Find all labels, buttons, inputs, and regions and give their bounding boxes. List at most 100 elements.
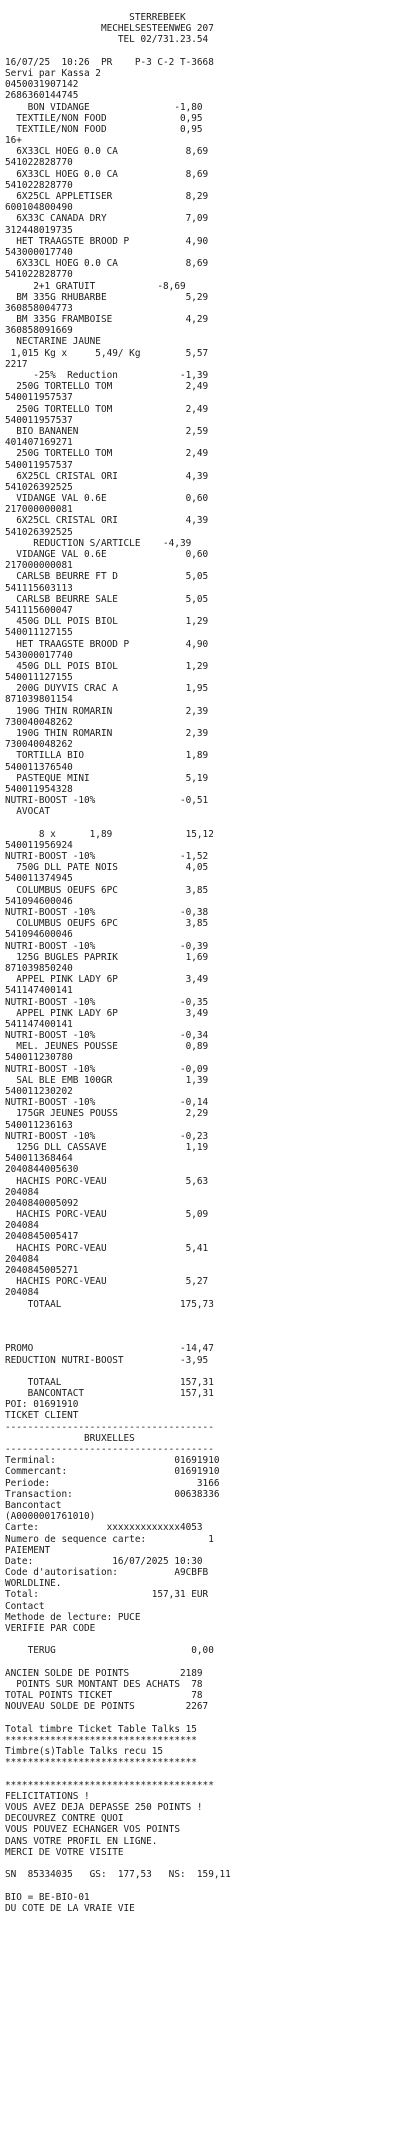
receipt-line: 730040048262 — [5, 716, 73, 728]
receipt-line: Bancontact — [5, 1499, 62, 1511]
receipt-line: REDUCTION NUTRI-BOOST -3,95 — [5, 1354, 209, 1366]
receipt-line: PAIEMENT — [5, 1544, 51, 1556]
receipt-line: Carte: xxxxxxxxxxxxx4053 — [5, 1522, 203, 1534]
receipt-line: TOTAAL 175,73 — [5, 1298, 214, 1310]
receipt-line: NUTRI-BOOST -10% -0,51 — [5, 795, 209, 807]
receipt-line — [5, 1713, 420, 1724]
receipt-line: MEL. JEUNES POUSSE 0,89 — [5, 1041, 209, 1053]
receipt-line: Commercant: 01691910 — [5, 1466, 220, 1478]
receipt-line: 2686360144745 — [5, 90, 79, 102]
receipt-line: 540011957537 — [5, 459, 73, 471]
receipt-line: SN 85334035 GS: 177,53 NS: 159,11 — [5, 1869, 231, 1881]
receipt-line: 360858091669 — [5, 325, 73, 337]
receipt-line: 16/07/25 10:26 PR P-3 C-2 T-3668 — [5, 56, 214, 68]
receipt-line: 16+ — [5, 135, 22, 147]
receipt-line: Total timbre Ticket Table Talks 15 — [5, 1723, 197, 1735]
receipt-line: Methode de lecture: PUCE — [5, 1611, 141, 1623]
receipt-line: Date: 16/07/2025 10:30 — [5, 1555, 203, 1567]
receipt-line — [5, 1634, 420, 1645]
receipt-line: 2217 — [5, 358, 28, 370]
receipt-line: Total: 157,31 EUR — [5, 1589, 209, 1601]
receipt-line: NUTRI-BOOST -10% -1,52 — [5, 851, 209, 863]
receipt-line: ********************************** — [5, 1757, 197, 1769]
receipt-line: PASTEQUE MINI 5,19 — [5, 772, 209, 784]
receipt-line: 540011127155 — [5, 627, 73, 639]
receipt-line: 0450031907142 — [5, 79, 79, 91]
receipt-line: NUTRI-BOOST -10% -0,39 — [5, 940, 209, 952]
receipt-line: 540011957537 — [5, 392, 73, 404]
receipt-line: TEL 02/731.23.54 — [5, 34, 209, 46]
receipt-line: 2+1 GRATUIT -8,69 — [5, 280, 186, 292]
receipt-line: 2040840005092 — [5, 1197, 79, 1209]
receipt-line: 6X33CL HOEG 0.0 CA 8,69 — [5, 168, 209, 180]
receipt-line: CARLSB BEURRE FT D 5,05 — [5, 571, 209, 583]
receipt-line: 541026392525 — [5, 481, 73, 493]
receipt-line: COLUMBUS OEUFS 6PC 3,85 — [5, 884, 209, 896]
receipt-line: ANCIEN SOLDE DE POINTS 2189 — [5, 1667, 203, 1679]
receipt-line: 540011374945 — [5, 873, 73, 885]
receipt-line: 401407169271 — [5, 437, 73, 449]
receipt-line: 125G BUGLES PAPRIK 1,69 — [5, 951, 209, 963]
receipt-line: BANCONTACT 157,31 — [5, 1388, 214, 1400]
receipt-line: ************************************* — [5, 1779, 214, 1791]
receipt-line: 1,015 Kg x 5,49/ Kg 5,57 — [5, 347, 209, 359]
receipt-line: BM 335G FRAMBOISE 4,29 — [5, 314, 209, 326]
receipt-line: 312448019735 — [5, 224, 73, 236]
receipt-line: DU COTE DE LA VRAIE VIE — [5, 1902, 135, 1914]
receipt-line: Servi par Kassa 2 — [5, 67, 101, 79]
receipt-line: 204084 — [5, 1253, 39, 1265]
receipt-line: 541022828770 — [5, 269, 73, 281]
receipt-line: 543000017740 — [5, 649, 73, 661]
receipt-line — [5, 1768, 420, 1779]
receipt-line: 360858004773 — [5, 302, 73, 314]
receipt-line — [5, 1657, 420, 1668]
receipt-line: 8 x 1,89 15,12 — [5, 828, 214, 840]
receipt-line: 543000017740 — [5, 246, 73, 258]
receipt-line: 540011954328 — [5, 783, 73, 795]
receipt-line: BRUXELLES — [5, 1432, 135, 1444]
receipt-line: TEXTILE/NON FOOD 0,95 — [5, 123, 203, 135]
receipt-line: 450G DLL POIS BIOL 1,29 — [5, 616, 209, 628]
receipt-line: 6X33CL HOEG 0.0 CA 8,69 — [5, 146, 209, 158]
receipt-line: HET TRAAGSTE BROOD P 4,90 — [5, 638, 209, 650]
receipt-line: 6X25CL CRISTAL ORI 4,39 — [5, 470, 209, 482]
receipt-line: HACHIS PORC-VEAU 5,63 — [5, 1175, 209, 1187]
receipt-line: ********************************** — [5, 1734, 197, 1746]
receipt-line: WORLDLINE. — [5, 1578, 62, 1590]
receipt-line: 450G DLL POIS BIOL 1,29 — [5, 660, 209, 672]
receipt-line: PROMO -14,47 — [5, 1343, 214, 1355]
receipt-line: TOTAL POINTS TICKET 78 — [5, 1690, 203, 1702]
receipt-line: POI: 01691910 — [5, 1399, 79, 1411]
receipt-line: 540011236163 — [5, 1119, 73, 1131]
receipt-line: ------------------------------------- — [5, 1421, 214, 1433]
receipt-line: 871039850240 — [5, 962, 73, 974]
receipt-line — [5, 1332, 420, 1343]
receipt-line: COLUMBUS OEUFS 6PC 3,85 — [5, 918, 209, 930]
receipt-line: NUTRI-BOOST -10% -0,14 — [5, 1097, 209, 1109]
receipt-line: 204084 — [5, 1186, 39, 1198]
receipt-line: 541115603113 — [5, 582, 73, 594]
receipt-line: Contact — [5, 1600, 45, 1612]
receipt-line: 190G THIN ROMARIN 2,39 — [5, 705, 209, 717]
receipt-line: 217000000081 — [5, 560, 73, 572]
receipt-line: 540011230780 — [5, 1052, 73, 1064]
receipt-line: HACHIS PORC-VEAU 5,09 — [5, 1209, 209, 1221]
receipt-line: MERCI DE VOTRE VISITE — [5, 1846, 124, 1858]
receipt-line: 190G THIN ROMARIN 2,39 — [5, 728, 209, 739]
receipt-line: TEXTILE/NON FOOD 0,95 — [5, 112, 203, 124]
receipt-line: Timbre(s)Table Talks recu 15 — [5, 1746, 164, 1758]
receipt-line — [5, 818, 420, 829]
receipt-line: 250G TORTELLO TOM 2,49 — [5, 448, 209, 460]
receipt-line: 540011956924 — [5, 839, 73, 851]
receipt-line: 540011368464 — [5, 1153, 73, 1165]
receipt-line: 6X33CL HOEG 0.0 CA 8,69 — [5, 258, 209, 270]
receipt-line — [5, 1858, 420, 1869]
receipt-line: 541147400141 — [5, 985, 73, 997]
receipt-line: 871039801154 — [5, 694, 73, 706]
receipt-line: VOUS POUVEZ ECHANGER VOS POINTS — [5, 1824, 180, 1836]
receipt-line: NOUVEAU SOLDE DE POINTS 2267 — [5, 1701, 209, 1713]
receipt-line: POINTS SUR MONTANT DES ACHATS 78 — [5, 1678, 203, 1690]
receipt-line: VIDANGE VAL 0.6E 0,60 — [5, 549, 209, 560]
receipt-line: -25% Reduction -1,39 — [5, 370, 209, 381]
receipt-line: NUTRI-BOOST -10% -0,23 — [5, 1130, 209, 1142]
